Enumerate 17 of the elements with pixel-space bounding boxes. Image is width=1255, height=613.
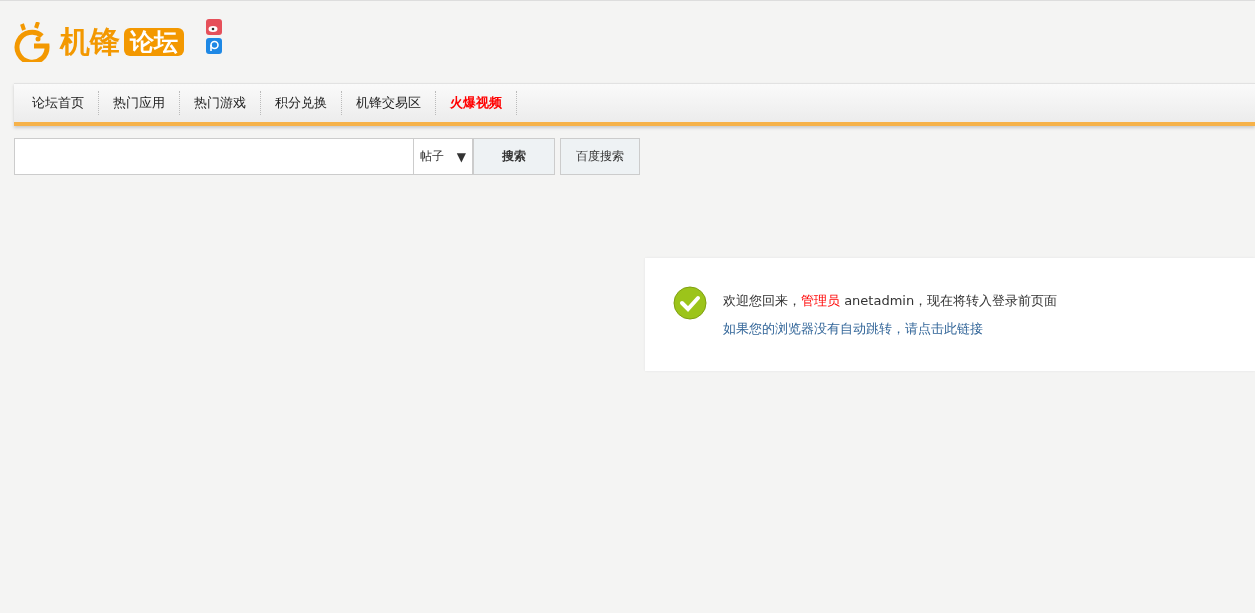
p-icon[interactable] [206,37,222,54]
welcome-message: 欢迎您回来，管理员 anetadmin，现在将转入登录前页面 [723,292,1058,310]
nav-link[interactable]: 热门应用 [99,91,180,115]
logo-text: 机锋 [60,27,120,57]
nav-link[interactable]: 热门游戏 [180,91,261,115]
check-icon [673,286,707,320]
nav-link[interactable]: 积分兑换 [261,91,342,115]
weibo-icon[interactable] [206,18,222,35]
baidu-search-button[interactable]: 百度搜索 [560,138,640,175]
scope-dropdown[interactable]: 帖子 ▼ [414,138,473,175]
nav-link[interactable]: 机锋交易区 [342,91,436,115]
nav-link[interactable]: 火爆视频 [436,91,517,115]
search-button[interactable]: 搜索 [473,138,555,175]
logo-badge: 论坛 [124,27,184,57]
nav-link[interactable]: 论坛首页 [18,91,99,115]
redirect-link[interactable]: 如果您的浏览器没有自动跳转，请点击此链接 [723,320,1058,338]
search-field[interactable] [14,138,414,175]
